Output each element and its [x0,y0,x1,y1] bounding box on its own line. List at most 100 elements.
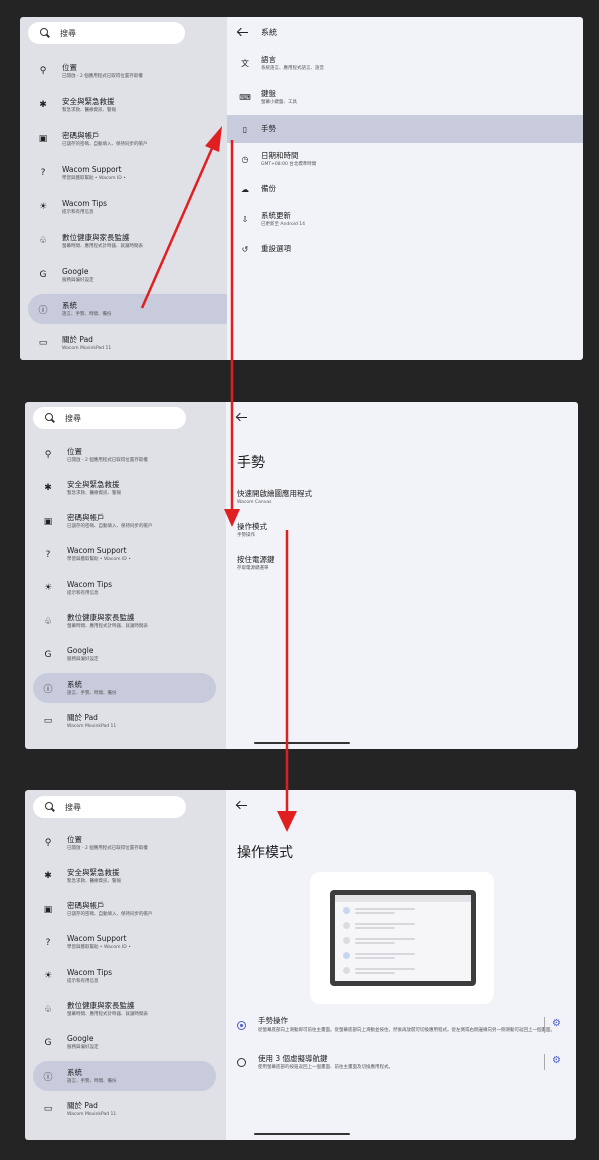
sidebar-item[interactable]: ♧ 數位健康與家長監護 螢幕時間、應用程式計時器、就寢時間表 [25,607,226,637]
sidebar-item-title: 數位健康與家長監護 [67,1001,135,1010]
sidebar-item[interactable]: ▭ 關於 Pad Wacom MovinkPad 11 [25,706,226,736]
divider [544,1054,545,1070]
sidebar-item[interactable]: ♧ 數位健康與家長監護 螢幕時間、應用程式計時器、就寢時間表 [20,226,227,256]
sidebar-item-subtitle: 語言、手勢、時間、備份 [67,1078,117,1084]
screenshot-gestures: 搜尋 ⚲ 位置 已開啟 - 2 個應用程式已取得位置存取權 ✱ 安全與緊急救援 緊急求救、… [25,402,578,749]
system-item-title: 鍵盤 [261,88,276,98]
location-icon: ⚲ [39,66,47,76]
sidebar-item-subtitle: 已開啟 - 2 個應用程式已取得位置存取權 [67,457,148,463]
three-button-navigation-option[interactable]: 使用 3 個虛擬導航鍵 使用螢幕底部的按鈕返回上一個畫面、前往主畫面及切換應用程… [226,1052,576,1088]
back-arrow-icon[interactable] [237,27,249,37]
system-item[interactable]: ▯ 手勢 [227,115,583,143]
sidebar-item-subtitle: 學習與獲取幫助 • Wacom ID • [67,557,131,563]
sidebar-item[interactable]: ▭ 關於 Pad Wacom MovinkPad 11 [20,328,227,358]
sidebar-item[interactable]: ☀ Wacom Tips 提示和有用信息 [20,192,227,222]
sidebar-item[interactable]: G Google 服務與偏好設定 [20,260,227,290]
sidebar-item[interactable]: ⓘ 系統 語言、手勢、時間、備份 [33,673,216,704]
location-icon: ⚲ [44,838,52,848]
sidebar-item[interactable]: ▣ 密碼與帳戶 已儲存的密碼、自動填入、保持同步的帳戶 [25,895,226,925]
back-arrow-icon[interactable] [236,412,248,422]
sidebar-item[interactable]: ✱ 安全與緊急救援 緊急求救、醫療資訊、警報 [20,90,227,120]
search-placeholder: 搜尋 [65,802,81,812]
item-subtitle: Wacom Canvas [237,500,272,505]
gesture-navigation-option[interactable]: 手勢操作 從螢幕底部向上滑動即可前往主畫面。從螢幕底部向上滑動並按住，然後再放開… [226,1012,576,1048]
sidebar-item[interactable]: ⚲ 位置 已開啟 - 2 個應用程式已取得位置存取權 [20,56,227,86]
settings-sidebar: 搜尋 ⚲ 位置 已開啟 - 2 個應用程式已取得位置存取權 ✱ 安全與緊急救援 緊急求救、… [25,790,226,1140]
sidebar-item[interactable]: G Google 服務與偏好設定 [25,640,226,670]
system-item[interactable]: 文 語言 系統語言、應用程式語言、語音 [227,49,583,77]
system-item[interactable]: ☁ 備份 [227,175,583,203]
account-card-icon: ▣ [43,904,53,915]
sidebar-item[interactable]: ☀ Wacom Tips 提示和有用信息 [25,573,226,603]
wellbeing-icon: ♧ [43,1004,53,1015]
sidebar-item[interactable]: ⚲ 位置 已開啟 - 2 個應用程式已取得位置存取權 [25,440,226,470]
list-bar [355,942,395,944]
press-hold-power-item[interactable]: 按住電源鍵 存取電源鍵選單 [237,555,275,572]
sidebar-item-subtitle: 已儲存的密碼、自動填入、保持同步的帳戶 [67,524,153,530]
sidebar-item-text: Google 服務與偏好設定 [67,646,99,663]
tablet-icon: ▭ [43,716,53,727]
back-arrow-icon[interactable] [236,800,248,810]
settings-sidebar: 搜尋 ⚲ 位置 已開啟 - 2 個應用程式已取得位置存取權 ✱ 安全與緊急救援 緊急求救、… [20,17,240,360]
search-bar[interactable]: 搜尋 [33,796,186,818]
sidebar-item[interactable]: G Google 服務與偏好設定 [25,1028,226,1058]
sidebar-item-text: Wacom Tips 提示和有用信息 [67,580,112,597]
sidebar-item[interactable]: ⚲ 位置 已開啟 - 2 個應用程式已取得位置存取權 [25,828,226,858]
quick-open-drawing-app-item[interactable]: 快速開啟繪圖應用程式 Wacom Canvas [237,489,312,506]
sidebar-item[interactable]: ♧ 數位健康與家長監護 螢幕時間、應用程式計時器、就寢時間表 [25,995,226,1025]
sidebar-item[interactable]: ? Wacom Support 學習與獲取幫助 • Wacom ID • [25,540,226,570]
tablet-icon: ▭ [43,1104,53,1115]
sidebar-item[interactable]: ? Wacom Support 學習與獲取幫助 • Wacom ID • [25,928,226,958]
sidebar-item[interactable]: ✱ 安全與緊急救援 緊急求救、醫療資訊、警報 [25,861,226,891]
sidebar-item-subtitle: 緊急求救、醫療資訊、警報 [67,490,121,496]
radio-unselected[interactable] [237,1058,246,1067]
search-bar[interactable]: 搜尋 [28,22,185,44]
account-card-icon: ▣ [38,134,48,144]
account-card-icon: ▣ [43,516,53,527]
sidebar-item[interactable]: ▣ 密碼與帳戶 已儲存的密碼、自動填入、保持同步的帳戶 [20,124,227,154]
google-icon: G [39,270,47,280]
search-bar[interactable]: 搜尋 [33,407,186,429]
gear-icon[interactable]: ⚙ [552,1055,561,1066]
sidebar-item[interactable]: ☀ Wacom Tips 提示和有用信息 [25,961,226,991]
google-icon: G [44,649,52,660]
sidebar-item-title: Google [67,646,94,656]
navigation-mode-item[interactable]: 操作模式 手勢操作 [237,522,267,539]
sidebar-item[interactable]: ▣ 密碼與帳戶 已儲存的密碼、自動填入、保持同步的帳戶 [25,507,226,537]
system-item[interactable]: ↺ 重設選項 [227,235,583,263]
sidebar-item-text: 位置 已開啟 - 2 個應用程式已取得位置存取權 [67,447,148,464]
list-dot [343,922,350,929]
sidebar-item[interactable]: ⓘ 系統 語言、手勢、時間、備份 [33,1061,216,1092]
sidebar-item-subtitle: 學習與獲取幫助 • Wacom ID • [62,175,126,181]
sidebar-item-title: 密碼與帳戶 [67,513,105,523]
system-item-title: 系統更新 [261,210,291,220]
pane-title: 系統 [261,27,277,37]
sidebar-item-subtitle: 語言、手勢、時間、備份 [67,690,117,696]
gesture-nav-handle[interactable] [254,742,350,744]
sidebar-item[interactable]: ⓘ 系統 語言、手勢、時間、備份 [28,294,240,324]
option-subtitle: 從螢幕底部向上滑動即可前往主畫面。從螢幕底部向上滑動並按住，然後再放開可切換應用… [258,1028,555,1033]
sidebar-item-title: 系統 [62,300,77,310]
sidebar-item-text: 關於 Pad Wacom MovinkPad 11 [62,335,111,352]
search-placeholder: 搜尋 [65,413,81,423]
system-item[interactable]: ◷ 日期和時間 GMT+08:00 台北標準時間 [227,145,583,173]
radio-selected[interactable] [237,1021,246,1030]
system-item[interactable]: ⌨ 鍵盤 螢幕小鍵盤、工具 [227,83,583,111]
list-bar [355,908,415,910]
sidebar-item-subtitle: 緊急求救、醫療資訊、警報 [62,107,116,113]
sidebar-item-subtitle: 服務與偏好設定 [67,657,99,663]
gesture-nav-handle[interactable] [254,1133,350,1135]
system-item[interactable]: ⇩ 系統更新 已更新至 Android 14 [227,205,583,233]
sidebar-item-subtitle: 已儲存的密碼、自動填入、保持同步的帳戶 [67,912,153,918]
sidebar-item-text: 密碼與帳戶 已儲存的密碼、自動填入、保持同步的帳戶 [62,131,148,148]
sidebar-item[interactable]: ▭ 關於 Pad Wacom MovinkPad 11 [25,1094,226,1124]
search-icon [45,413,55,423]
sidebar-item-subtitle: Wacom MovinkPad 11 [62,345,112,351]
help-icon: ? [40,168,46,178]
gear-icon[interactable]: ⚙ [552,1018,561,1029]
sidebar-item-title: Wacom Support [62,164,122,174]
sidebar-item[interactable]: ✱ 安全與緊急救援 緊急求救、醫療資訊、警報 [25,473,226,503]
sidebar-item[interactable]: ? Wacom Support 學習與獲取幫助 • Wacom ID • [20,158,227,188]
list-dot [343,907,350,914]
list-bar [355,938,415,940]
